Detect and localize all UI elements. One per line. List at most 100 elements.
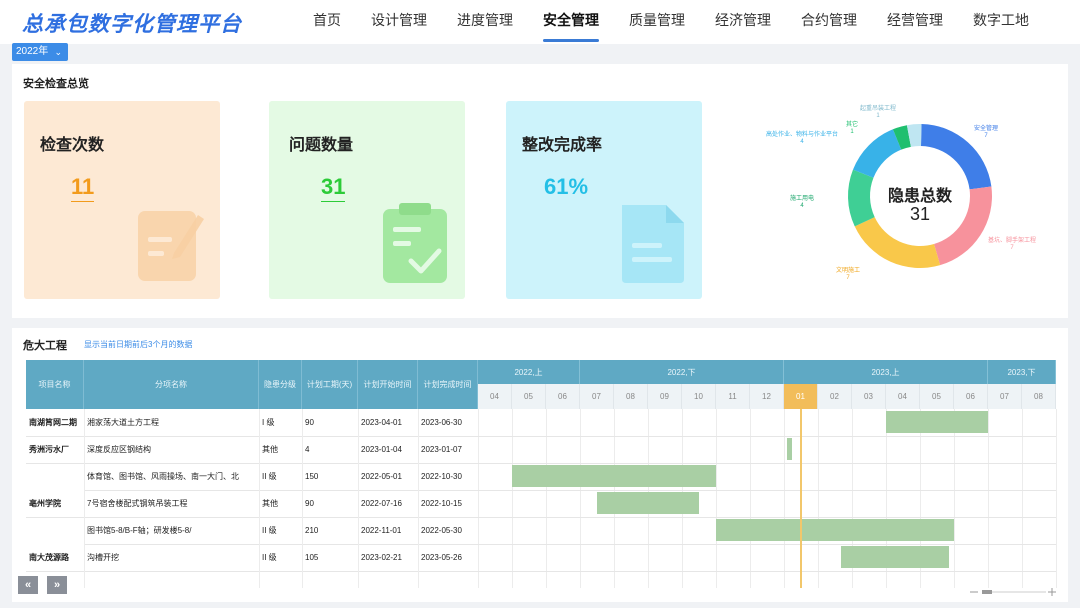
month-header: 08 <box>614 384 648 409</box>
year-select[interactable]: 2022年 ⌄ <box>12 43 68 61</box>
column-header: 项目名称 <box>26 360 84 409</box>
nav-item[interactable]: 经济管理 <box>702 0 784 44</box>
table-cell: 2023-01-07 <box>421 445 462 454</box>
document-icon <box>622 205 684 283</box>
gantt-bar[interactable] <box>512 465 716 487</box>
table-cell: 105 <box>305 553 319 562</box>
donut-slice-label: 基坑、脚手架工程 7 <box>988 238 1036 252</box>
month-divider <box>1056 409 1057 588</box>
nav-item[interactable]: 首页 <box>300 0 354 44</box>
next-page-button[interactable]: » <box>47 576 67 594</box>
table-cell: 2023-06-30 <box>421 418 462 427</box>
section-title-overview: 安全检查总览 <box>23 78 89 90</box>
month-header: 09 <box>648 384 682 409</box>
table-cell: 90 <box>305 418 314 427</box>
card-issues: 问题数量 31 <box>269 101 465 299</box>
half-year-header: 2023,上 <box>784 360 988 384</box>
gantt-bar[interactable] <box>886 411 988 433</box>
card-title: 检查次数 <box>40 137 105 154</box>
table-cell: 其他 <box>262 499 278 508</box>
slice-value: 4 <box>800 139 804 145</box>
table-cell: 2022-05-30 <box>421 526 462 535</box>
nav-item[interactable]: 数字工地 <box>960 0 1042 44</box>
gantt-bar[interactable] <box>716 519 954 541</box>
table-cell: 深度反应区钢结构 <box>87 445 151 454</box>
table-cell: 体育馆、图书馆、风雨操场、南一大门、北 <box>87 472 239 481</box>
row-divider <box>478 544 1056 545</box>
col-divider <box>302 409 303 588</box>
card-value: 11 <box>71 174 95 202</box>
nav-item[interactable]: 进度管理 <box>444 0 526 44</box>
table-cell: 2023-02-21 <box>361 553 402 562</box>
half-year-header: 2022,下 <box>580 360 784 384</box>
main-nav: 首页 设计管理 进度管理 安全管理 质量管理 经济管理 合约管理 经营管理 数字工地 <box>300 0 1046 44</box>
nav-item[interactable]: 安全管理 <box>530 0 612 44</box>
table-cell: 90 <box>305 499 314 508</box>
month-header: 03 <box>852 384 886 409</box>
col-divider <box>84 409 85 588</box>
slice-value: 4 <box>800 203 804 209</box>
chevron-down-icon: ⌄ <box>54 47 62 57</box>
donut-slice-label: 安全管理 7 <box>974 126 998 140</box>
table-cell: 2022-10-15 <box>421 499 462 508</box>
prev-page-button[interactable]: « <box>18 576 38 594</box>
memo-icon <box>138 211 204 281</box>
table-cell: 南大茂源路 <box>29 553 69 562</box>
donut-slice-label: 施工用电 4 <box>790 196 814 210</box>
table-cell: 210 <box>305 526 319 535</box>
table-cell: 150 <box>305 472 319 481</box>
table-cell: 2022-11-01 <box>361 526 402 535</box>
slice-name: 基坑、脚手架工程 <box>988 238 1037 244</box>
zoom-slider[interactable] <box>970 587 1056 597</box>
column-header: 隐患分级 <box>259 360 302 409</box>
table-cell: 4 <box>305 445 310 454</box>
table-cell: 亳州学院 <box>29 499 61 508</box>
nav-item[interactable]: 质量管理 <box>616 0 698 44</box>
current-date-marker <box>800 409 802 588</box>
slice-value: 7 <box>1010 245 1014 251</box>
major-hazard-panel: 危大工程 显示当前日期前后3个月的数据 项目名称 分项名称 隐患分级 计划工期(天) 计… <box>12 328 1068 602</box>
row-divider <box>478 517 1056 518</box>
slice-name: 施工用电 <box>790 196 815 202</box>
gantt-bar[interactable] <box>597 492 699 514</box>
gantt-note: 显示当前日期前后3个月的数据 <box>84 340 193 349</box>
slice-value: 1 <box>850 129 854 135</box>
slice-name: 文明施工 <box>836 268 861 274</box>
month-header: 11 <box>716 384 750 409</box>
gantt-bar[interactable] <box>840 546 950 568</box>
col-divider <box>259 409 260 588</box>
nav-item[interactable]: 设计管理 <box>358 0 440 44</box>
month-header: 08 <box>1022 384 1056 409</box>
table-cell: 2023-05-26 <box>421 553 462 562</box>
nav-item[interactable]: 合约管理 <box>788 0 870 44</box>
table-cell: 南湖筲网二期 <box>29 418 77 427</box>
hazard-donut-chart: 隐患总数 31 安全管理 7 基坑、脚手架工程 7 文明施工 7 施工用电 4 高处作业、物料与… <box>752 100 1062 300</box>
gantt-bar[interactable] <box>787 438 792 460</box>
half-year-header: 2023,下 <box>988 360 1056 384</box>
table-cell: 秀洲污水厂 <box>29 445 69 454</box>
column-header: 计划工期(天) <box>302 360 358 409</box>
slice-value: 7 <box>984 133 988 139</box>
donut-slice-label: 起重吊装工程 1 <box>860 106 896 120</box>
table-cell: I 级 <box>262 418 275 427</box>
donut-slice[interactable] <box>848 169 875 227</box>
slice-name: 高处作业、物料与作业平台 <box>766 132 839 138</box>
donut-center-title: 隐患总数 <box>887 188 952 205</box>
slice-value: 1 <box>876 113 880 119</box>
column-header: 分项名称 <box>84 360 259 409</box>
month-header: 07 <box>988 384 1022 409</box>
month-header: 05 <box>512 384 546 409</box>
donut-slice-label: 其它 1 <box>846 122 858 136</box>
row-divider <box>478 463 1056 464</box>
table-cell: 2023-01-04 <box>361 445 402 454</box>
month-header: 12 <box>750 384 784 409</box>
month-header: 10 <box>682 384 716 409</box>
card-value: 31 <box>321 174 346 202</box>
table-cell: 图书馆5-8/B-F轴；研发楼5-8/ <box>87 526 192 535</box>
year-select-value: 2022年 <box>16 46 49 57</box>
table-cell: II 级 <box>262 553 277 562</box>
section-title-gantt: 危大工程 <box>23 340 67 352</box>
nav-item[interactable]: 经营管理 <box>874 0 956 44</box>
slice-name: 其它 <box>846 122 859 128</box>
month-header: 06 <box>954 384 988 409</box>
